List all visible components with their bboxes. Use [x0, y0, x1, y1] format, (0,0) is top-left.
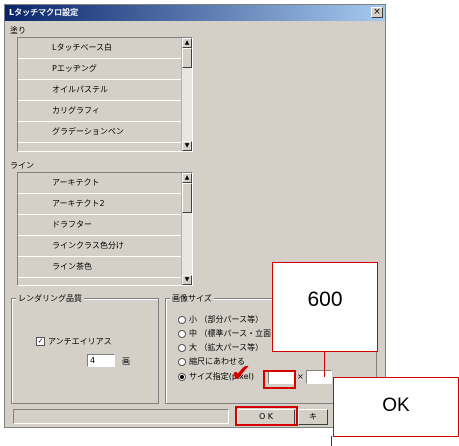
line-list-item[interactable]: ラインクラス色分け — [18, 236, 192, 257]
callout-ok-leader — [331, 436, 332, 446]
antialias-unit: 画 — [122, 357, 130, 366]
antialias-checkbox[interactable]: ✓ アンチエイリアス — [36, 337, 112, 347]
paint-list-items: Lタッチベース白 Pエッヂング オイルパステル カリグラフィ グラデーションペン — [18, 38, 192, 143]
line-list-item[interactable]: ドラフター — [18, 215, 192, 236]
close-button[interactable]: × — [371, 7, 383, 18]
scroll-thumb[interactable] — [182, 48, 192, 68]
paint-list-item[interactable]: カリグラフィ — [18, 101, 192, 122]
line-list[interactable]: アーキテクト アーキテクト2 ドラフター ラインクラス色分け ライン茶色 ▲ ▼ — [17, 172, 193, 286]
radio-button-selected[interactable] — [178, 372, 186, 381]
paint-list-item[interactable]: Pエッヂング — [18, 59, 192, 80]
paint-list-item[interactable]: オイルパステル — [18, 80, 192, 101]
size-option-medium[interactable]: 中 （標準パース・立面 — [178, 329, 271, 339]
paint-list-scrollbar[interactable]: ▲ ▼ — [181, 38, 192, 151]
cancel-button[interactable]: キ — [298, 409, 328, 425]
size-option-label: 小 （部分パース等） — [189, 315, 264, 324]
paint-list-item[interactable]: Lタッチベース白 — [18, 38, 192, 59]
callout-ok: OK — [333, 377, 459, 437]
callout-600-leader — [324, 351, 325, 377]
antialias-value-field[interactable]: 4 — [87, 354, 115, 367]
scroll-thumb[interactable] — [182, 183, 192, 213]
line-list-item[interactable]: ライン茶色 — [18, 257, 192, 278]
window-title: Lタッチマクロ設定 — [9, 8, 79, 17]
rendering-quality-group: レンダリング品質 ✓ アンチエイリアス 4 画 — [11, 293, 159, 404]
size-option-label: 中 （標準パース・立面 — [189, 329, 272, 338]
ok-button-highlight — [235, 406, 298, 426]
line-group-label: ライン — [10, 161, 34, 170]
scroll-down-button[interactable]: ▼ — [182, 141, 192, 151]
radio-button[interactable] — [178, 357, 186, 366]
title-bar: Lタッチマクロ設定 × — [5, 5, 385, 21]
times-sign: × — [297, 372, 304, 381]
paint-list[interactable]: Lタッチベース白 Pエッヂング オイルパステル カリグラフィ グラデーションペン ▲ ▼ — [17, 37, 193, 152]
radio-button[interactable] — [178, 329, 186, 338]
height-field[interactable] — [306, 370, 332, 384]
checkmark-icon: ✔ — [231, 359, 252, 387]
paint-group-label: 塗り — [10, 26, 26, 35]
status-area — [13, 409, 229, 424]
scroll-up-button[interactable]: ▲ — [182, 38, 192, 48]
scroll-up-button[interactable]: ▲ — [182, 173, 192, 183]
rendering-quality-label: レンダリング品質 — [16, 293, 84, 304]
dialog-window: Lタッチマクロ設定 × 塗り Lタッチベース白 Pエッヂング オイルパステル カリグラ… — [4, 4, 386, 428]
line-list-items: アーキテクト アーキテクト2 ドラフター ラインクラス色分け ライン茶色 — [18, 173, 192, 278]
size-option-large[interactable]: 大 （拡大パース等） — [178, 343, 263, 353]
line-list-item[interactable]: アーキテクト — [18, 173, 192, 194]
antialias-label: アンチエイリアス — [48, 337, 112, 346]
width-field-highlight — [263, 370, 296, 389]
radio-button[interactable] — [178, 315, 186, 324]
image-size-label: 画像サイズ — [170, 293, 214, 304]
checkbox-box[interactable]: ✓ — [36, 337, 45, 346]
size-option-small[interactable]: 小 （部分パース等） — [178, 315, 263, 325]
callout-600: 600 — [272, 262, 378, 352]
size-option-label: 大 （拡大パース等） — [189, 343, 264, 352]
paint-list-item[interactable]: グラデーションペン — [18, 122, 192, 143]
radio-button[interactable] — [178, 343, 186, 352]
line-list-scrollbar[interactable]: ▲ ▼ — [181, 173, 192, 285]
scroll-down-button[interactable]: ▼ — [182, 275, 192, 285]
line-list-item[interactable]: アーキテクト2 — [18, 194, 192, 215]
